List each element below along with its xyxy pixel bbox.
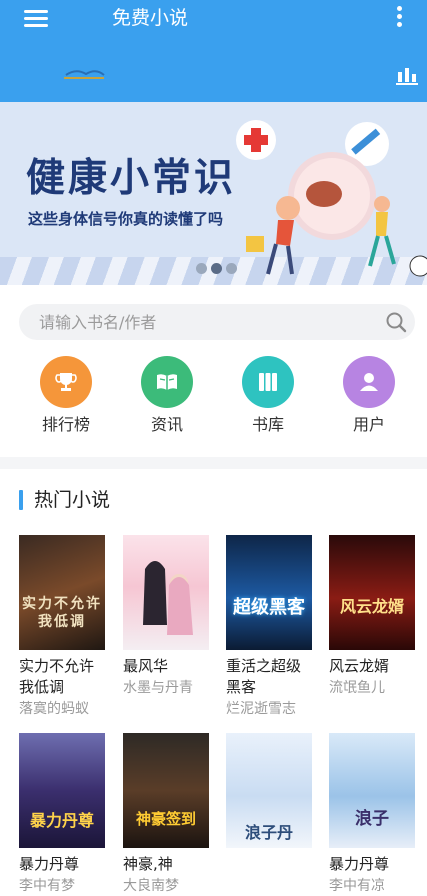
nav-news-circle — [141, 356, 193, 408]
book-card[interactable]: 暴力丹尊 暴力丹尊 李中有梦 — [19, 733, 107, 896]
book-card[interactable]: 浪子丹 — [226, 733, 314, 854]
book-cover-art — [143, 561, 193, 635]
book-title[interactable]: 实力不允许我低调 — [19, 656, 107, 698]
nav-rankings-circle — [40, 356, 92, 408]
promo-banner[interactable]: 健康小常识 这些身体信号你真的读懂了吗 — [0, 102, 427, 285]
book-cover-title: 超级黑客 — [233, 597, 305, 618]
book-cover-title: 暴力丹尊 — [29, 811, 94, 830]
book-cover[interactable]: 风云龙婿 — [329, 535, 415, 650]
search-bar[interactable] — [19, 304, 415, 340]
pager-dot-active[interactable] — [211, 263, 222, 274]
book-author: 大良南梦 — [123, 878, 179, 894]
nav-rankings[interactable]: 排行榜 — [26, 356, 106, 440]
section-title: 热门小说 — [34, 489, 111, 511]
book-open-icon — [157, 374, 177, 390]
book-cover-title: 神豪签到 — [135, 810, 196, 828]
book-cover[interactable]: 暴力丹尊 — [19, 733, 105, 848]
banner-subtitle: 这些身体信号你真的读懂了吗 — [28, 210, 224, 228]
book-author: 烂泥逝雪志 — [226, 701, 296, 717]
banner-pager-dots — [196, 259, 241, 278]
book-cover[interactable]: 神豪签到 — [123, 733, 209, 848]
book-title[interactable]: 暴力丹尊 — [329, 854, 417, 875]
app-logo — [64, 70, 105, 79]
more-options-icon[interactable] — [394, 6, 404, 28]
user-icon — [360, 373, 378, 391]
book-card[interactable]: 超级黑客 重活之超级黑客 烂泥逝雪志 — [226, 535, 314, 719]
section-accent-bar — [19, 490, 23, 510]
book-author: 李中有梦 — [19, 878, 75, 894]
search-input[interactable] — [39, 311, 379, 333]
book-cover-title: 浪子丹 — [244, 823, 293, 842]
nav-library-label: 书库 — [251, 415, 284, 434]
app-header: 免费小说 — [0, 0, 427, 102]
nav-user[interactable]: 用户 — [329, 356, 409, 440]
book-author: 落寞的蚂蚁 — [19, 701, 89, 717]
book-cover-title: 风云龙婿 — [339, 597, 404, 616]
book-author: 水墨与丹青 — [123, 680, 193, 696]
nav-rankings-label: 排行榜 — [41, 415, 90, 434]
book-author: 流氓鱼儿 — [329, 680, 385, 696]
nav-news-label: 资讯 — [150, 415, 183, 434]
nav-user-circle — [343, 356, 395, 408]
book-card[interactable]: 神豪签到 神豪,神 大良南梦 — [123, 733, 211, 896]
book-title[interactable]: 重活之超级黑客 — [226, 656, 314, 698]
book-title[interactable]: 神豪,神 — [123, 854, 211, 875]
bookshelf-icon — [259, 373, 277, 391]
book-title[interactable]: 风云龙婿 — [329, 656, 417, 677]
book-cover[interactable]: 超级黑客 — [226, 535, 312, 650]
bar-chart-icon[interactable] — [396, 66, 418, 86]
book-title[interactable]: 最风华 — [123, 656, 211, 677]
banner-title: 健康小常识 — [26, 156, 237, 201]
search-icon[interactable] — [385, 311, 407, 333]
banner-illustration — [236, 120, 427, 277]
book-card[interactable]: 最风华 水墨与丹青 — [123, 535, 211, 698]
book-cover[interactable]: 浪子 — [329, 733, 415, 848]
book-title[interactable]: 暴力丹尊 — [19, 854, 107, 875]
book-card[interactable]: 风云龙婿 风云龙婿 流氓鱼儿 — [329, 535, 417, 698]
book-card[interactable]: 实力不允许我低调 实力不允许我低调 落寞的蚂蚁 — [19, 535, 107, 719]
nav-library[interactable]: 书库 — [228, 356, 308, 440]
book-cover-title: 浪子 — [355, 809, 389, 829]
nav-library-circle — [242, 356, 294, 408]
pager-dot[interactable] — [226, 263, 237, 274]
app-title: 免费小说 — [112, 7, 189, 29]
book-cover[interactable]: 实力不允许我低调 — [19, 535, 105, 650]
book-author: 李中有凉 — [329, 878, 385, 894]
book-cover[interactable]: 浪子丹 — [226, 733, 312, 848]
trophy-icon — [55, 373, 77, 391]
hamburger-menu-icon[interactable] — [24, 10, 48, 28]
nav-user-label: 用户 — [352, 415, 385, 434]
pager-dot[interactable] — [196, 263, 207, 274]
book-cover[interactable] — [123, 535, 209, 650]
book-card[interactable]: 浪子 暴力丹尊 李中有凉 — [329, 733, 417, 896]
nav-news[interactable]: 资讯 — [127, 356, 207, 440]
book-cover-title: 实力不允许我低调 — [22, 596, 102, 630]
section-divider — [0, 457, 427, 469]
